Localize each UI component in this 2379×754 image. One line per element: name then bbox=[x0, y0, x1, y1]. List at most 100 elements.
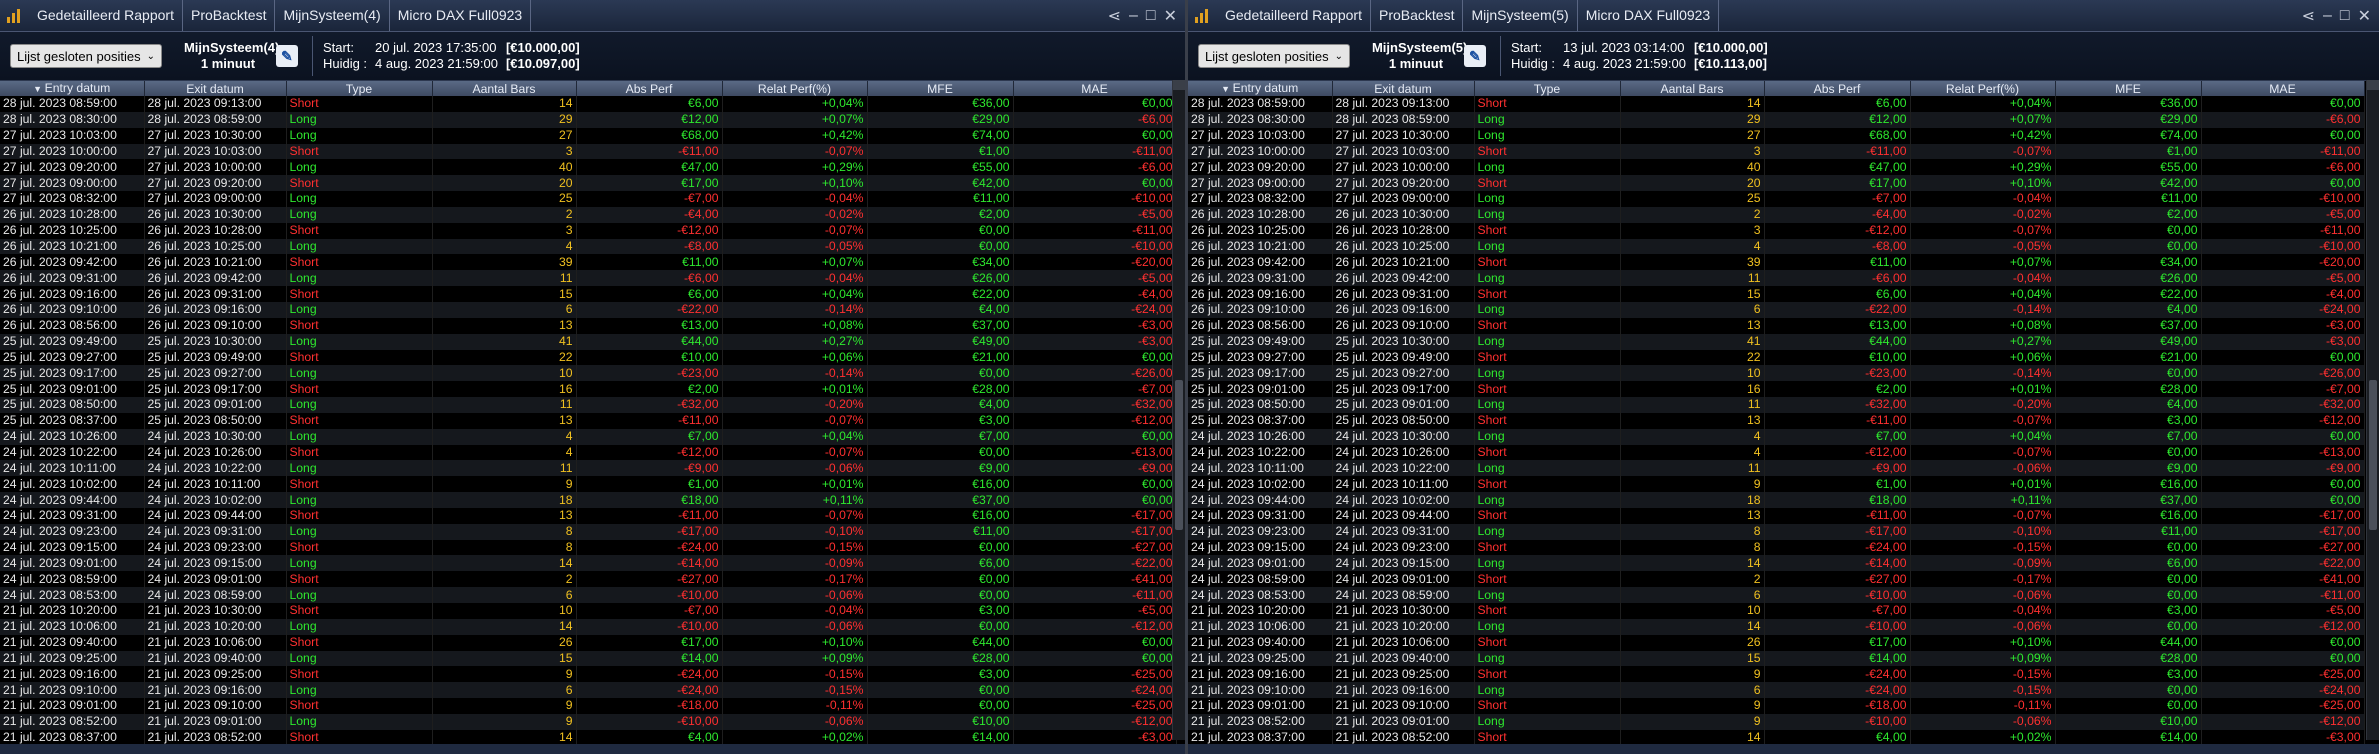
maximize-icon[interactable]: □ bbox=[2340, 7, 2350, 25]
table-row[interactable]: 21 jul. 2023 09:40:00 21 jul. 2023 10:06:… bbox=[0, 634, 1177, 651]
table-row[interactable]: 24 jul. 2023 08:53:00 24 jul. 2023 08:59:… bbox=[1188, 587, 2365, 603]
column-header-bar-count[interactable]: Aantal Bars bbox=[1620, 81, 1765, 96]
minimize-icon[interactable]: – bbox=[1129, 7, 1138, 25]
breadcrumb-instrument[interactable]: Micro DAX Full0923 bbox=[1578, 0, 1720, 31]
table-row[interactable]: 26 jul. 2023 10:21:00 26 jul. 2023 10:25:… bbox=[0, 238, 1177, 255]
table-row[interactable]: 21 jul. 2023 09:16:00 21 jul. 2023 09:25:… bbox=[0, 666, 1177, 683]
table-row[interactable]: 24 jul. 2023 10:11:00 24 jul. 2023 10:22:… bbox=[1188, 460, 2365, 477]
breadcrumb-report[interactable]: Gedetailleerd Rapport bbox=[1217, 0, 1371, 31]
table-row[interactable]: 26 jul. 2023 10:25:00 26 jul. 2023 10:28:… bbox=[1188, 222, 2365, 239]
table-row[interactable]: 25 jul. 2023 09:17:00 25 jul. 2023 09:27:… bbox=[1188, 365, 2365, 382]
column-header-relat-perf[interactable]: Relat Perf(%) bbox=[722, 81, 868, 96]
table-row[interactable]: 21 jul. 2023 09:25:00 21 jul. 2023 09:40:… bbox=[0, 650, 1177, 667]
column-header-relat-perf[interactable]: Relat Perf(%) bbox=[1910, 81, 2056, 96]
table-row[interactable]: 24 jul. 2023 10:02:00 24 jul. 2023 10:11:… bbox=[1188, 476, 2365, 493]
table-row[interactable]: 24 jul. 2023 09:44:00 24 jul. 2023 10:02:… bbox=[0, 492, 1177, 508]
table-row[interactable]: 26 jul. 2023 10:21:00 26 jul. 2023 10:25:… bbox=[1188, 238, 2365, 255]
table-row[interactable]: 24 jul. 2023 08:53:00 24 jul. 2023 08:59:… bbox=[0, 587, 1177, 603]
report-type-select[interactable]: Lijst gesloten posities ⌄ bbox=[10, 44, 162, 68]
column-header-abs-perf[interactable]: Abs Perf bbox=[1764, 81, 1911, 96]
table-row[interactable]: 21 jul. 2023 09:16:00 21 jul. 2023 09:25:… bbox=[1188, 666, 2365, 683]
column-header-type[interactable]: Type bbox=[286, 81, 433, 96]
breadcrumb-system[interactable]: MijnSysteem(4) bbox=[275, 0, 390, 31]
table-row[interactable]: 26 jul. 2023 09:42:00 26 jul. 2023 10:21:… bbox=[1188, 254, 2365, 271]
table-row[interactable]: 24 jul. 2023 10:02:00 24 jul. 2023 10:11:… bbox=[0, 476, 1177, 493]
scroll-thumb[interactable] bbox=[2369, 380, 2377, 530]
scroll-up-icon[interactable] bbox=[2367, 80, 2379, 90]
table-row[interactable]: 21 jul. 2023 10:20:00 21 jul. 2023 10:30:… bbox=[1188, 603, 2365, 619]
table-row[interactable]: 26 jul. 2023 09:42:00 26 jul. 2023 10:21:… bbox=[0, 254, 1177, 271]
column-header-abs-perf[interactable]: Abs Perf bbox=[576, 81, 723, 96]
column-header-bar-count[interactable]: Aantal Bars bbox=[432, 81, 577, 96]
table-row[interactable]: 24 jul. 2023 09:01:00 24 jul. 2023 09:15:… bbox=[0, 555, 1177, 572]
table-row[interactable]: 27 jul. 2023 10:00:00 27 jul. 2023 10:03:… bbox=[0, 143, 1177, 160]
table-row[interactable]: 26 jul. 2023 09:31:00 26 jul. 2023 09:42:… bbox=[1188, 270, 2365, 287]
table-row[interactable]: 24 jul. 2023 08:59:00 24 jul. 2023 09:01:… bbox=[1188, 571, 2365, 588]
table-row[interactable]: 27 jul. 2023 10:00:00 27 jul. 2023 10:03:… bbox=[1188, 143, 2365, 160]
column-header-type[interactable]: Type bbox=[1474, 81, 1621, 96]
table-row[interactable]: 25 jul. 2023 09:27:00 25 jul. 2023 09:49:… bbox=[1188, 349, 2365, 366]
table-row[interactable]: 25 jul. 2023 09:01:00 25 jul. 2023 09:17:… bbox=[1188, 381, 2365, 398]
table-row[interactable]: 25 jul. 2023 09:17:00 25 jul. 2023 09:27:… bbox=[0, 365, 1177, 382]
table-row[interactable]: 28 jul. 2023 08:59:00 28 jul. 2023 09:13:… bbox=[1188, 96, 2365, 112]
table-row[interactable]: 24 jul. 2023 09:31:00 24 jul. 2023 09:44:… bbox=[0, 507, 1177, 524]
table-row[interactable]: 24 jul. 2023 09:15:00 24 jul. 2023 09:23:… bbox=[1188, 539, 2365, 556]
edit-system-button[interactable]: ✎ bbox=[275, 45, 298, 67]
table-row[interactable]: 25 jul. 2023 09:01:00 25 jul. 2023 09:17:… bbox=[0, 381, 1177, 398]
table-row[interactable]: 28 jul. 2023 08:59:00 28 jul. 2023 09:13:… bbox=[0, 96, 1177, 112]
table-row[interactable]: 21 jul. 2023 08:52:00 21 jul. 2023 09:01:… bbox=[0, 713, 1177, 730]
table-row[interactable]: 27 jul. 2023 09:00:00 27 jul. 2023 09:20:… bbox=[0, 175, 1177, 192]
scroll-up-icon[interactable] bbox=[1173, 80, 1185, 90]
column-header-mfe[interactable]: MFE bbox=[867, 81, 1014, 96]
table-row[interactable]: 26 jul. 2023 09:10:00 26 jul. 2023 09:16:… bbox=[1188, 301, 2365, 318]
table-row[interactable]: 25 jul. 2023 09:27:00 25 jul. 2023 09:49:… bbox=[0, 349, 1177, 366]
table-row[interactable]: 26 jul. 2023 09:10:00 26 jul. 2023 09:16:… bbox=[0, 301, 1177, 318]
table-row[interactable]: 26 jul. 2023 10:25:00 26 jul. 2023 10:28:… bbox=[0, 222, 1177, 239]
table-row[interactable]: 28 jul. 2023 08:30:00 28 jul. 2023 08:59:… bbox=[0, 111, 1177, 128]
column-header-exit-date[interactable]: Exit datum bbox=[1332, 81, 1475, 96]
close-icon[interactable]: ✕ bbox=[1164, 6, 1177, 26]
table-row[interactable]: 24 jul. 2023 09:15:00 24 jul. 2023 09:23:… bbox=[0, 539, 1177, 556]
column-header-mfe[interactable]: MFE bbox=[2055, 81, 2202, 96]
report-type-select[interactable]: Lijst gesloten posities ⌄ bbox=[1198, 44, 1350, 68]
table-row[interactable]: 24 jul. 2023 09:44:00 24 jul. 2023 10:02:… bbox=[1188, 492, 2365, 508]
column-header-entry-date[interactable]: Entry datum bbox=[1188, 81, 1333, 96]
table-row[interactable]: 24 jul. 2023 10:26:00 24 jul. 2023 10:30:… bbox=[1188, 428, 2365, 445]
table-row[interactable]: 26 jul. 2023 08:56:00 26 jul. 2023 09:10:… bbox=[0, 317, 1177, 334]
maximize-icon[interactable]: □ bbox=[1146, 7, 1156, 25]
table-row[interactable]: 25 jul. 2023 08:37:00 25 jul. 2023 08:50:… bbox=[0, 412, 1177, 429]
table-row[interactable]: 24 jul. 2023 09:01:00 24 jul. 2023 09:15:… bbox=[1188, 555, 2365, 572]
table-row[interactable]: 26 jul. 2023 10:28:00 26 jul. 2023 10:30:… bbox=[0, 206, 1177, 223]
table-row[interactable]: 21 jul. 2023 09:10:00 21 jul. 2023 09:16:… bbox=[1188, 682, 2365, 699]
table-row[interactable]: 21 jul. 2023 09:01:00 21 jul. 2023 09:10:… bbox=[1188, 698, 2365, 714]
table-row[interactable]: 24 jul. 2023 10:26:00 24 jul. 2023 10:30:… bbox=[0, 428, 1177, 445]
table-row[interactable]: 24 jul. 2023 10:22:00 24 jul. 2023 10:26:… bbox=[0, 444, 1177, 461]
table-row[interactable]: 27 jul. 2023 08:32:00 27 jul. 2023 09:00:… bbox=[1188, 191, 2365, 207]
table-row[interactable]: 21 jul. 2023 08:52:00 21 jul. 2023 09:01:… bbox=[1188, 713, 2365, 730]
scroll-thumb[interactable] bbox=[1175, 380, 1183, 530]
breadcrumb-system[interactable]: MijnSysteem(5) bbox=[1463, 0, 1578, 31]
table-row[interactable]: 25 jul. 2023 09:49:00 25 jul. 2023 10:30:… bbox=[1188, 333, 2365, 350]
table-row[interactable]: 21 jul. 2023 09:25:00 21 jul. 2023 09:40:… bbox=[1188, 650, 2365, 667]
table-row[interactable]: 27 jul. 2023 09:00:00 27 jul. 2023 09:20:… bbox=[1188, 175, 2365, 192]
share-icon[interactable]: ⋖ bbox=[2302, 6, 2315, 26]
table-row[interactable]: 27 jul. 2023 10:03:00 27 jul. 2023 10:30:… bbox=[1188, 127, 2365, 144]
table-row[interactable]: 24 jul. 2023 09:23:00 24 jul. 2023 09:31:… bbox=[0, 523, 1177, 540]
table-row[interactable]: 21 jul. 2023 09:40:00 21 jul. 2023 10:06:… bbox=[1188, 634, 2365, 651]
table-row[interactable]: 26 jul. 2023 09:16:00 26 jul. 2023 09:31:… bbox=[1188, 286, 2365, 302]
share-icon[interactable]: ⋖ bbox=[1108, 6, 1121, 26]
close-icon[interactable]: ✕ bbox=[2358, 6, 2371, 26]
table-row[interactable]: 26 jul. 2023 09:16:00 26 jul. 2023 09:31:… bbox=[0, 286, 1177, 302]
table-row[interactable]: 26 jul. 2023 10:28:00 26 jul. 2023 10:30:… bbox=[1188, 206, 2365, 223]
table-row[interactable]: 27 jul. 2023 09:20:00 27 jul. 2023 10:00:… bbox=[1188, 159, 2365, 176]
column-header-mae[interactable]: MAE bbox=[1013, 81, 1177, 96]
table-row[interactable]: 21 jul. 2023 10:06:00 21 jul. 2023 10:20:… bbox=[1188, 618, 2365, 635]
table-row[interactable]: 24 jul. 2023 08:59:00 24 jul. 2023 09:01:… bbox=[0, 571, 1177, 588]
table-row[interactable]: 27 jul. 2023 10:03:00 27 jul. 2023 10:30:… bbox=[0, 127, 1177, 144]
table-row[interactable]: 24 jul. 2023 10:11:00 24 jul. 2023 10:22:… bbox=[0, 460, 1177, 477]
table-row[interactable]: 21 jul. 2023 10:20:00 21 jul. 2023 10:30:… bbox=[0, 603, 1177, 619]
column-header-entry-date[interactable]: Entry datum bbox=[0, 81, 145, 96]
table-row[interactable]: 24 jul. 2023 09:31:00 24 jul. 2023 09:44:… bbox=[1188, 507, 2365, 524]
breadcrumb-probacktest[interactable]: ProBacktest bbox=[1371, 0, 1464, 31]
table-row[interactable]: 24 jul. 2023 10:22:00 24 jul. 2023 10:26:… bbox=[1188, 444, 2365, 461]
